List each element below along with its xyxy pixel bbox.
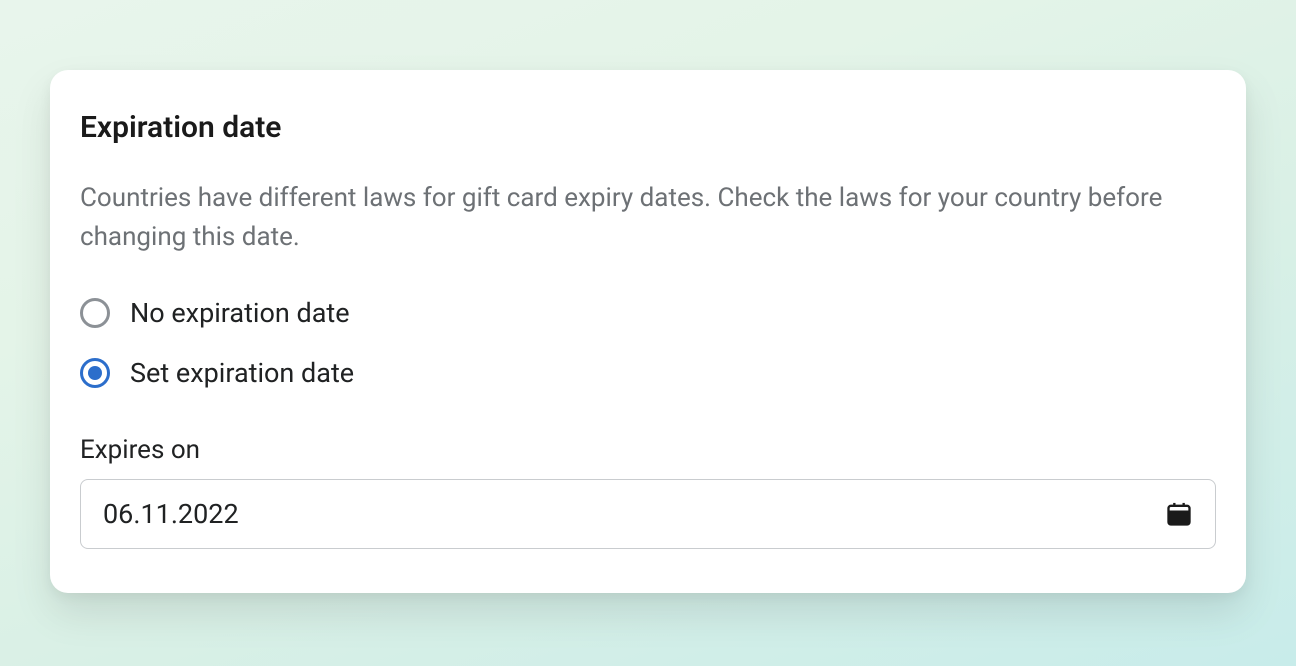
expiration-date-card: Expiration date Countries have different…: [50, 70, 1246, 593]
radio-icon: [80, 298, 110, 328]
date-text-input[interactable]: [103, 498, 1165, 530]
expiration-radio-group: No expiration date Set expiration date: [80, 297, 1216, 389]
radio-icon: [80, 358, 110, 388]
no-expiration-radio[interactable]: No expiration date: [80, 297, 1216, 329]
calendar-icon: [1165, 500, 1193, 528]
radio-label: No expiration date: [130, 297, 350, 329]
card-title: Expiration date: [80, 110, 1216, 145]
expires-on-label: Expires on: [80, 435, 1216, 465]
radio-label: Set expiration date: [130, 357, 354, 389]
card-description: Countries have different laws for gift c…: [80, 179, 1216, 257]
set-expiration-radio[interactable]: Set expiration date: [80, 357, 1216, 389]
expires-on-input[interactable]: [80, 479, 1216, 549]
